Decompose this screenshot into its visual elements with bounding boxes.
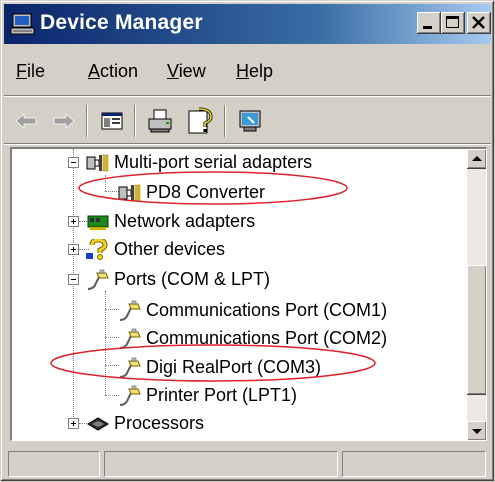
tree-item-label: Network adapters [114, 211, 256, 231]
menu-file-rest: ile [27, 61, 46, 81]
menu-action[interactable]: Action [88, 61, 138, 82]
scroll-up-arrow-icon [472, 156, 482, 161]
port-connector-icon [119, 300, 141, 321]
status-pane [104, 451, 338, 477]
menu-separator [4, 95, 491, 97]
menu-bar: File Action View Help [4, 61, 491, 89]
tree-connector [105, 395, 119, 397]
menu-view[interactable]: View [167, 61, 206, 82]
collapse-toggle[interactable] [68, 157, 79, 168]
tree-connector [105, 309, 119, 311]
tree-connector [105, 337, 119, 339]
back-arrow-icon[interactable] [10, 105, 42, 137]
title-bar[interactable]: Device Manager [4, 4, 491, 44]
tree-item-label: Other devices [114, 239, 226, 259]
status-bar [4, 449, 491, 479]
expand-toggle[interactable] [68, 244, 79, 255]
serial-adapter-icon [86, 154, 109, 172]
device-manager-icon [10, 13, 35, 35]
toolbar-separator [134, 105, 136, 137]
port-connector-icon [119, 385, 141, 406]
toolbar [4, 99, 491, 143]
tree-connector [105, 191, 119, 193]
tree-item-label: Communications Port (COM1) [146, 300, 388, 320]
properties-icon[interactable] [234, 105, 266, 137]
forward-arrow-icon[interactable] [48, 105, 80, 137]
minimize-button[interactable] [417, 12, 441, 34]
device-manager-window: Device Manager File Action View Help Mul… [0, 0, 495, 482]
menu-help[interactable]: Help [236, 61, 273, 82]
tree-item-label: Printer Port (LPT1) [146, 385, 298, 405]
maximize-icon [446, 16, 459, 28]
expand-toggle[interactable] [68, 216, 79, 227]
port-connector-icon [87, 269, 109, 290]
status-pane [8, 451, 100, 477]
toolbar-border [4, 143, 491, 145]
tree-item-label: Processors [114, 413, 205, 433]
toolbar-separator [86, 105, 88, 137]
tree-item-label: Multi-port serial adapters [114, 152, 313, 172]
show-hide-console-tree-icon[interactable] [96, 105, 128, 137]
close-button[interactable] [467, 12, 491, 34]
tree-connector [105, 291, 107, 395]
menu-action-rest: ction [100, 61, 139, 81]
tree-item-label: Digi RealPort (COM3) [146, 357, 322, 377]
serial-adapter-icon [118, 184, 141, 202]
help-icon[interactable] [184, 105, 216, 137]
tree-item-label: Ports (COM & LPT) [114, 269, 271, 289]
print-icon[interactable] [144, 105, 176, 137]
collapse-toggle[interactable] [68, 274, 79, 285]
port-connector-icon [119, 328, 141, 349]
toolbar-separator [224, 105, 226, 137]
network-adapter-icon [87, 215, 109, 230]
window-title: Device Manager [40, 11, 203, 34]
scroll-down-arrow-icon [472, 429, 482, 434]
tree-connector [105, 365, 119, 367]
device-tree[interactable]: Multi-port serial adapters PD8 Converter… [10, 147, 487, 441]
maximize-button[interactable] [441, 12, 465, 34]
tree-item-label: PD8 Converter [146, 182, 266, 202]
scroll-thumb[interactable] [467, 265, 486, 395]
minimize-icon [423, 26, 432, 29]
status-pane [342, 451, 486, 477]
scroll-down-button[interactable] [467, 421, 486, 440]
menu-view-rest: iew [178, 61, 206, 81]
expand-toggle[interactable] [68, 418, 79, 429]
question-mark-icon [86, 239, 108, 260]
processor-chip-icon [87, 417, 109, 431]
tree-connector [73, 149, 75, 423]
port-connector-icon [119, 357, 141, 378]
tree-item-label: Communications Port (COM2) [146, 328, 388, 348]
scroll-up-button[interactable] [467, 149, 486, 169]
menu-file[interactable]: File [16, 61, 45, 82]
vertical-scrollbar[interactable] [467, 149, 486, 440]
tree-connector [105, 175, 107, 191]
menu-help-rest: elp [249, 61, 274, 81]
close-icon [472, 16, 485, 29]
